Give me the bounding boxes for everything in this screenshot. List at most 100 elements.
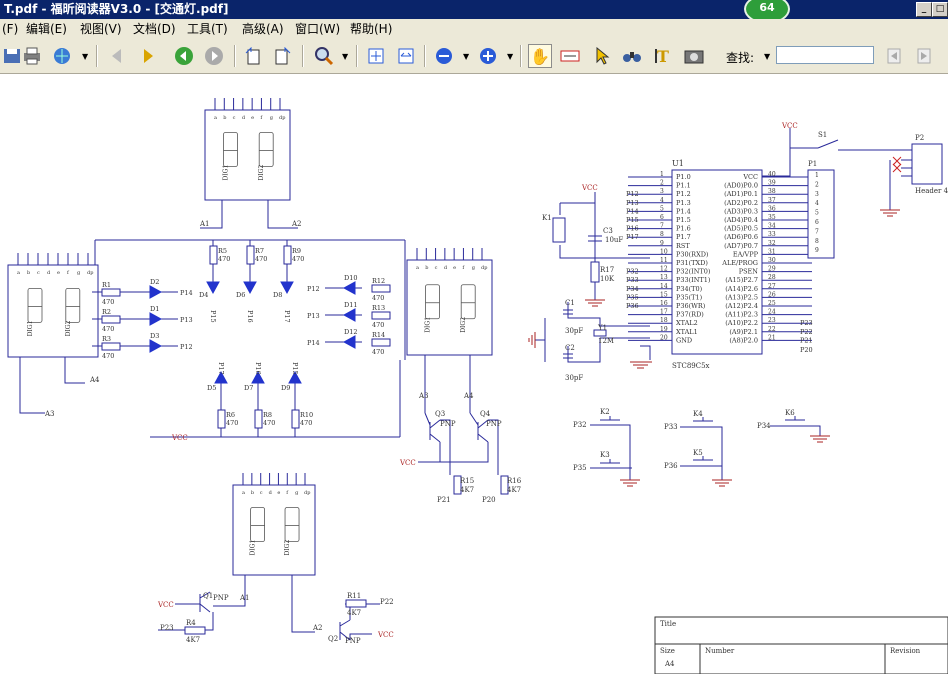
vcc-label-s1: VCC [781,122,798,130]
resistor-label: R12 [372,277,385,285]
ground-icon [528,332,536,348]
zoom-icon[interactable] [312,44,336,68]
maximize-icon[interactable]: □ [932,2,948,17]
hand-tool-icon[interactable]: ✋ [528,44,552,68]
q1-label: Q1 [203,592,213,600]
resistor-value: 470 [102,298,114,306]
display-pin-label: e [251,115,254,121]
first-page-icon[interactable] [104,44,128,68]
find-input[interactable] [776,46,874,64]
mcu-part: STC89C5x [672,362,710,370]
p32-net: P32 [573,421,587,429]
ground-icon [810,435,830,443]
a4-label: A4 [89,376,100,384]
zoom-dropdown-icon[interactable]: ▼ [342,52,348,61]
menu-edit[interactable]: 编辑(E) [26,19,67,39]
s1-label: S1 [818,131,827,139]
mcu-pin-number: 11 [660,257,668,264]
display-pin-label: e [57,270,60,276]
rotate-left-icon[interactable] [242,44,266,68]
print-icon[interactable] [20,44,44,68]
snapshot-icon[interactable] [682,44,706,68]
fit-width-icon[interactable] [394,44,418,68]
menu-tools[interactable]: 工具(T) [187,19,228,39]
find-options-dropdown-icon[interactable]: ▼ [764,52,770,61]
mcu-pin-name: ALE/PROG [721,259,758,267]
mcu-pin-name: (A12)P2.4 [725,302,758,310]
mcu-pin-number: 35 [768,214,776,221]
menu-view[interactable]: 视图(V) [80,19,122,39]
typewriter-icon[interactable]: T [652,44,676,68]
q3-label: Q3 [435,410,445,418]
rotate-right-icon[interactable] [270,44,294,68]
led-label: D2 [150,278,159,286]
menu-window[interactable]: 窗口(W) [295,19,340,39]
mcu-pin-number: 1 [660,171,664,178]
led-net: P14 [307,339,320,347]
led-diode [342,281,356,295]
separator [302,45,304,67]
document-view[interactable]: U1 STC89C5x 1 P1.0 2 P1.1 3 P1.2 P12 4 P1.3 P13 5 P… [0,74,948,675]
led-channel: R1 470 D2 P14 [92,278,193,306]
resistor-label: R3 [102,335,111,343]
q2-label: Q2 [328,635,338,643]
mcu-pin-number: 6 [660,214,664,221]
back-icon[interactable] [172,44,196,68]
resistor-value: 470 [263,419,275,427]
led-label: D8 [273,291,282,299]
next-page-icon[interactable] [136,44,160,68]
resistor [101,342,121,351]
resistor [371,284,391,293]
vcc-label-q1: VCC [157,601,174,609]
email-icon[interactable] [50,44,74,68]
resistor-value: 470 [102,325,114,333]
display-pin-label: a [242,490,245,496]
led-diode [243,281,257,295]
resistor-label: R10 [300,411,313,419]
y1-value: 12M [598,337,614,345]
find-previous-icon[interactable] [882,44,906,68]
menu-help[interactable]: 帮助(H) [350,19,392,39]
display-body [204,109,291,201]
led-label: D5 [207,384,216,392]
forward-icon[interactable] [202,44,226,68]
r16-value: 4K7 [507,486,521,494]
arrow-select-icon[interactable] [590,44,614,68]
vcc-label-q34: VCC [399,459,416,467]
led-diode [280,281,294,295]
zoom-out-dropdown-icon[interactable]: ▼ [463,52,469,61]
mcu-pin-name: P34(T0) [676,285,703,293]
find-next-icon[interactable] [912,44,936,68]
mcu-pin-name: (AD2)P0.2 [724,199,758,207]
led-net: P15 [209,310,217,323]
zoom-in-dropdown-icon[interactable]: ▼ [507,52,513,61]
menu-file[interactable]: (F) [2,19,18,39]
display-body [406,259,493,356]
schematic-drawing: U1 STC89C5x 1 P1.02 P1.13 P1.2P124 P1.3P135 P… [7,98,948,675]
led-net: P17 [217,362,225,375]
a1-label: A1 [199,220,210,228]
zoom-in-icon[interactable] [476,44,500,68]
separator [234,45,236,67]
fit-page-icon[interactable] [364,44,388,68]
select-text-icon[interactable] [558,44,582,68]
a3-label: A3 [44,410,55,418]
email-dropdown-icon[interactable]: ▼ [82,52,88,61]
menu-document[interactable]: 文档(D) [133,19,176,39]
menu-advanced[interactable]: 高级(A) [242,19,284,39]
separator [520,45,522,67]
r11-value: 4K7 [347,609,361,617]
display-digit-label: DIG1 [27,321,34,337]
mcu-pin-net: P32 [626,268,639,276]
zoom-out-icon[interactable] [432,44,456,68]
led-channel: R7470 D6 P16 [236,240,267,323]
k5-label: K5 [693,449,703,457]
mcu-pin-name: (A11)P2.3 [725,311,758,319]
c1-value: 30pF [565,327,583,335]
mcu-pin-name: PSEN [739,268,759,276]
mcu-pin-name: P31(TXD) [676,259,708,267]
p1-pin-number: 2 [815,181,819,188]
binoculars-icon[interactable] [620,44,644,68]
mcu-pin-name: XTAL2 [676,319,698,327]
minimize-icon[interactable]: _ [916,2,932,17]
